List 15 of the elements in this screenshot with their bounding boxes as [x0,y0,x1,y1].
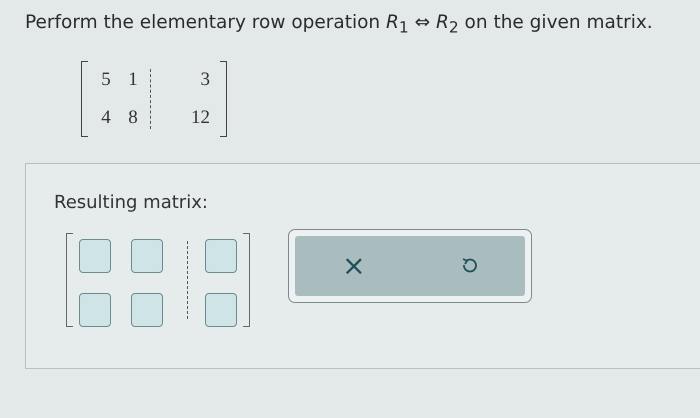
entry-field[interactable] [131,238,163,273]
entry-field[interactable] [131,292,163,327]
matrix-entry: 12 [190,106,211,129]
matrix-entry: 3 [200,68,211,91]
entry-field[interactable] [79,292,111,327]
entry-field[interactable] [79,238,111,273]
question-text: Perform the elementary row operation R$_{1}$ ⇔ R$_{2}$ on the given matrix. [25,11,654,39]
answer-label: Resulting matrix: [54,192,209,213]
matrix-entry: 8 [127,106,139,129]
entry-field[interactable] [205,238,237,273]
matrix-entry: 5 [100,68,112,91]
matrix-entry: 1 [127,68,139,91]
matrix-entry: 4 [100,106,112,129]
clear-button[interactable]: × [332,245,376,286]
entry-field[interactable] [205,292,237,327]
